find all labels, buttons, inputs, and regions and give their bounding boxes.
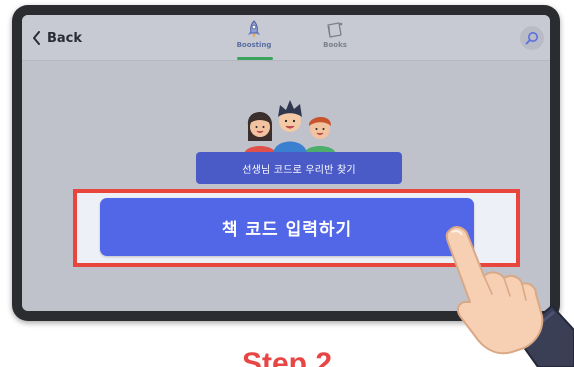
tutorial-stage: Back Boosting Books 선생님 코드로 우리반 찾기 책 코드 … [0,0,574,367]
search-button[interactable] [520,26,544,50]
book-icon [327,22,343,38]
chevron-left-icon [33,31,40,45]
tab-books-label: Books [323,41,347,49]
tab-boosting[interactable]: Boosting [224,20,284,56]
students-illustration [244,100,336,155]
back-label: Back [47,30,83,46]
rocket-icon [248,20,260,38]
active-tab-indicator [237,57,273,60]
tab-boosting-label: Boosting [236,41,272,49]
enter-book-code-button[interactable]: 책 코드 입력하기 [100,198,474,256]
top-bar: Back Boosting Books [22,15,550,61]
tab-books[interactable]: Books [305,20,365,56]
find-class-by-teacher-code-button[interactable]: 선생님 코드로 우리반 찾기 [196,152,402,184]
search-icon [525,32,538,45]
pointing-hand-icon [445,226,574,367]
back-button[interactable]: Back [32,27,82,49]
